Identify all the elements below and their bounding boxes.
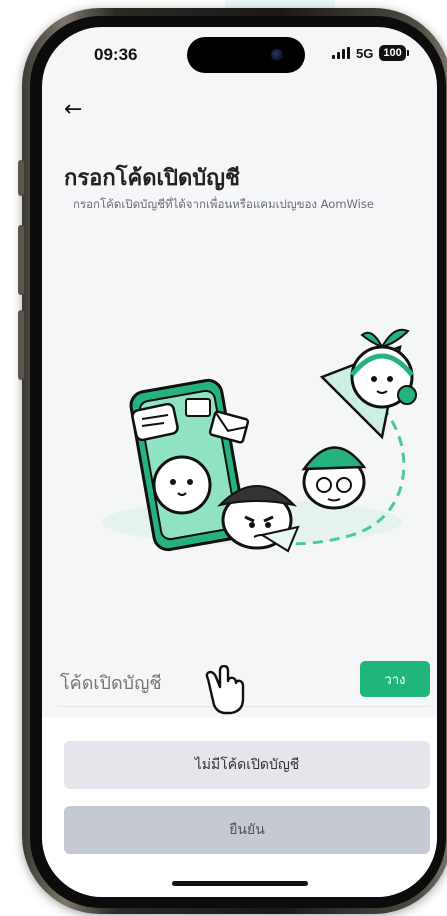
dynamic-island	[187, 37, 305, 73]
no-code-button[interactable]: ไม่มีโค้ดเปิดบัญชี	[64, 741, 430, 789]
page-title: กรอกโค้ดเปิดบัญชี	[64, 166, 240, 191]
paste-button[interactable]: วาง	[360, 661, 430, 697]
phone-side-button	[18, 225, 24, 295]
mascot-illustration	[102, 328, 417, 553]
home-indicator	[172, 881, 308, 886]
phone-side-button	[18, 310, 24, 380]
battery-level: 100	[379, 45, 406, 61]
arrow-left-icon[interactable]: ←	[64, 97, 82, 122]
confirm-button[interactable]: ยืนยัน	[64, 806, 430, 854]
status-indicators: 5G 100	[332, 45, 409, 61]
page-subtitle: กรอกโค้ดเปิดบัญชีที่ได้จากเพื่อนหรือแคมเ…	[73, 197, 374, 211]
app-screen: 09:36 5G 100 ← กรอกโค้ดเปิดบัญชี กรอกโค้…	[42, 27, 437, 897]
camera-icon	[271, 49, 283, 61]
signal-icon	[332, 47, 350, 59]
code-input[interactable]	[58, 667, 342, 699]
phone-side-button	[18, 160, 24, 196]
pointer-hand-icon	[205, 665, 245, 715]
battery-icon: 100	[379, 45, 409, 61]
network-type: 5G	[356, 45, 374, 61]
status-time: 09:36	[94, 45, 138, 64]
